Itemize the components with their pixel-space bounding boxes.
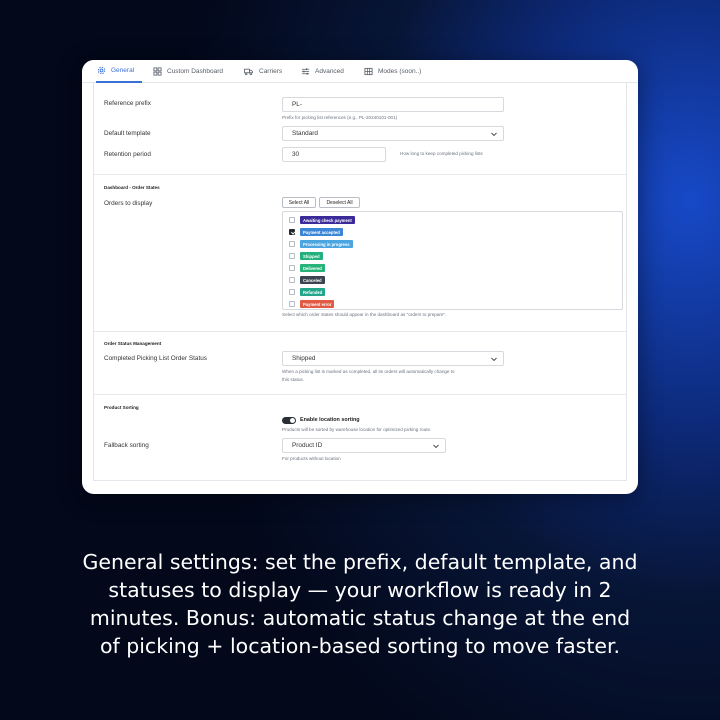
- default-template-select[interactable]: Standard: [282, 126, 504, 141]
- status-badge: Refunded: [300, 288, 326, 296]
- list-item[interactable]: Awaiting check payment: [289, 216, 355, 224]
- reference-prefix-label: Reference prefix: [104, 100, 151, 107]
- checkbox[interactable]: [289, 277, 295, 283]
- chevron-down-icon: [491, 357, 497, 362]
- completed-status-value: Shipped: [292, 355, 316, 362]
- status-badge: Awaiting check payment: [300, 216, 355, 224]
- tab-carriers[interactable]: Carriers: [243, 60, 282, 83]
- dashboard-icon: [153, 67, 162, 76]
- list-item[interactable]: Shipped: [289, 252, 323, 260]
- tab-bar: General Custom Dashboard Carriers Advanc…: [82, 60, 638, 83]
- completed-status-label: Completed Picking List Order Status: [104, 355, 208, 362]
- caption-line: statuses to display — your workflow is r…: [108, 578, 612, 602]
- status-badge: Delivered: [300, 264, 325, 272]
- divider: [94, 331, 626, 332]
- order-status-section-title: Order Status Management: [104, 341, 162, 346]
- default-template-value: Standard: [292, 130, 318, 137]
- checkbox[interactable]: [289, 241, 295, 247]
- tab-label: Carriers: [259, 68, 283, 75]
- list-item[interactable]: Canceled: [289, 276, 325, 284]
- status-badge: Processing in progress: [300, 240, 353, 248]
- reference-prefix-value: PL-: [292, 101, 302, 108]
- dashboard-section-title: Dashboard - Order States: [104, 185, 160, 190]
- completed-status-help-2: this status.: [282, 377, 304, 382]
- grid-icon: [364, 67, 373, 76]
- order-states-list: Awaiting check payment Payment accepted …: [282, 211, 623, 310]
- retention-label: Retention period: [104, 151, 151, 158]
- location-sorting-help: Products will be sorted by warehouse loc…: [282, 427, 432, 432]
- divider: [94, 174, 626, 175]
- status-badge: Payment error: [300, 300, 335, 308]
- retention-input[interactable]: 30: [282, 147, 386, 162]
- fallback-sorting-select[interactable]: Product ID: [282, 438, 446, 453]
- reference-prefix-help: Prefix for picking list references (e.g.…: [282, 115, 398, 120]
- caption-line: of picking + location-based sorting to m…: [99, 634, 621, 658]
- caption-line: General settings: set the prefix, defaul…: [82, 550, 638, 574]
- checkbox[interactable]: [289, 265, 295, 271]
- product-sorting-section-title: Product Sorting: [104, 405, 139, 410]
- gear-icon: [97, 66, 106, 75]
- status-badge: Canceled: [300, 276, 325, 284]
- checkbox[interactable]: [289, 289, 295, 295]
- chevron-down-icon: [491, 132, 497, 137]
- checkbox[interactable]: [289, 217, 295, 223]
- location-sorting-label: Enable location sorting: [300, 417, 360, 423]
- tab-label: Advanced: [315, 68, 344, 75]
- list-item[interactable]: Payment accepted: [289, 228, 343, 236]
- tab-general[interactable]: General: [96, 60, 142, 83]
- truck-icon: [244, 68, 253, 76]
- status-badge: Shipped: [300, 252, 323, 260]
- checkbox[interactable]: [289, 229, 295, 235]
- reference-prefix-input[interactable]: PL-: [282, 97, 504, 112]
- orders-to-display-label: Orders to display: [104, 200, 153, 207]
- order-states-help: Select which order states should appear …: [282, 312, 447, 317]
- select-all-button[interactable]: Select All: [282, 197, 316, 208]
- tab-label: General: [111, 67, 135, 74]
- tab-label: Modes (soon..): [378, 68, 422, 75]
- tab-modes[interactable]: Modes (soon..): [364, 60, 421, 83]
- list-item[interactable]: Payment error: [289, 300, 335, 308]
- list-item[interactable]: Refunded: [289, 288, 326, 296]
- list-item[interactable]: Delivered: [289, 264, 325, 272]
- caption-text: General settings: set the prefix, defaul…: [40, 548, 680, 660]
- deselect-all-button[interactable]: Deselect All: [319, 197, 360, 208]
- fallback-sorting-help: For products without location: [282, 456, 341, 461]
- status-badge: Payment accepted: [300, 228, 343, 236]
- tab-custom-dashboard[interactable]: Custom Dashboard: [153, 60, 223, 83]
- fallback-sorting-value: Product ID: [292, 442, 323, 449]
- tab-advanced[interactable]: Advanced: [301, 60, 344, 83]
- completed-status-select[interactable]: Shipped: [282, 351, 504, 366]
- fallback-sorting-label: Fallback sorting: [104, 442, 149, 449]
- checkbox[interactable]: [289, 301, 295, 307]
- divider: [94, 394, 626, 395]
- settings-card: General Custom Dashboard Carriers Advanc…: [82, 60, 638, 494]
- sliders-icon: [301, 68, 310, 75]
- tab-label: Custom Dashboard: [167, 68, 223, 75]
- caption-line: minutes. Bonus: automatic status change …: [89, 606, 631, 630]
- location-sorting-toggle[interactable]: [282, 417, 296, 424]
- completed-status-help-1: When a picking list is marked as complet…: [282, 369, 455, 374]
- list-item[interactable]: Processing in progress: [289, 240, 353, 248]
- checkbox[interactable]: [289, 253, 295, 259]
- default-template-label: Default template: [104, 130, 151, 137]
- retention-help: How long to keep completed picking lists: [400, 151, 483, 156]
- retention-value: 30: [292, 151, 300, 158]
- chevron-down-icon: [433, 444, 439, 449]
